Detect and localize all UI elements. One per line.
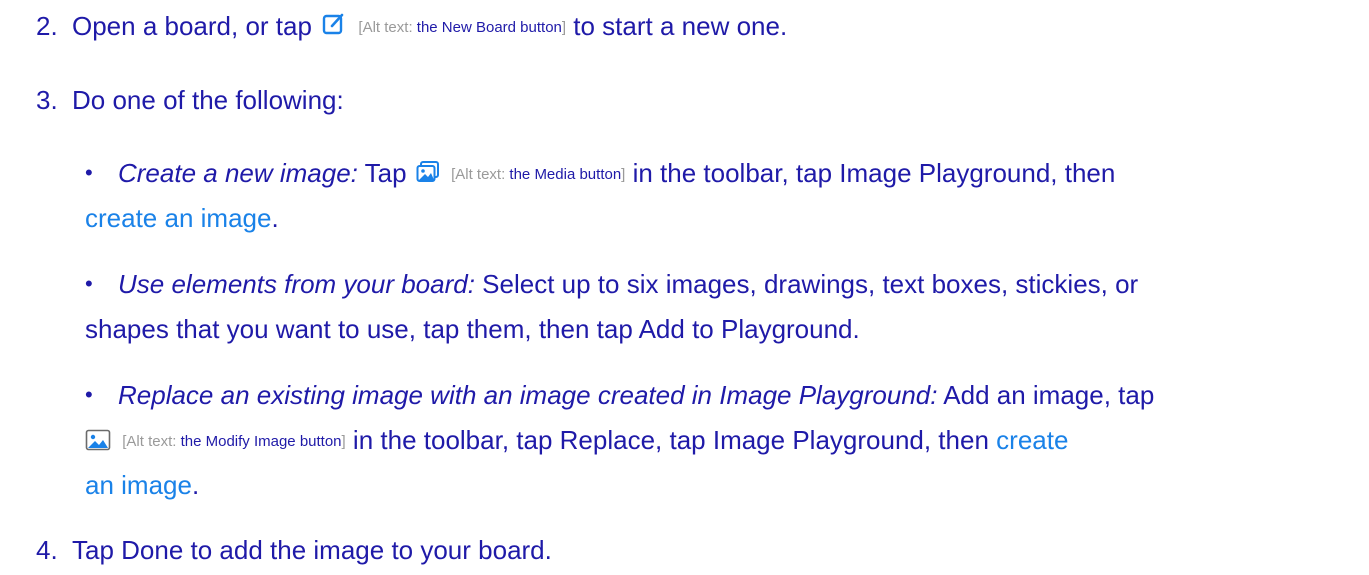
create-image-link[interactable]: create an image — [85, 203, 271, 233]
bullet-replace-image-cont: [Alt text: the Modify Image button] in t… — [85, 420, 1068, 462]
step-number: 4. — [36, 535, 58, 565]
media-icon[interactable] — [416, 155, 440, 195]
new-board-icon[interactable] — [321, 8, 347, 48]
alt-text: [Alt text: the Media button] — [451, 166, 626, 184]
bullet-label: Replace an existing image with an image … — [118, 380, 938, 410]
modify-image-icon[interactable] — [85, 422, 111, 462]
bullet-label: Use elements from your board: — [118, 269, 475, 299]
bullet-label: Create a new image: — [118, 158, 358, 188]
bullet-use-elements: Use elements from your board: Select up … — [118, 269, 1139, 299]
bullet-create-new-image-cont: create an image. — [85, 203, 279, 233]
bullet-icon: • — [85, 160, 93, 185]
bullet-icon: • — [85, 271, 93, 296]
bullet-use-elements-cont: shapes that you want to use, tap them, t… — [85, 314, 860, 344]
step-text: Do one of the following: — [72, 85, 344, 115]
step-number: 2. — [36, 11, 58, 41]
document: 2. Open a board, or tap [Alt text: the N… — [0, 0, 1369, 575]
bullet-icon: • — [85, 382, 93, 407]
alt-text: [Alt text: the New Board button] — [358, 19, 567, 37]
alt-text: [Alt text: the Modify Image button] — [122, 433, 346, 451]
create-image-link-cont[interactable]: an image — [85, 470, 192, 500]
bullet-replace-image: Replace an existing image with an image … — [118, 380, 1155, 410]
step-text-after: to start a new one. — [566, 11, 788, 41]
bullet-replace-image-cont2: an image. — [85, 470, 200, 500]
bullet-create-new-image: Create a new image: Tap [Alt text: the M… — [118, 153, 1115, 195]
step-number: 3. — [36, 85, 58, 115]
create-image-link[interactable]: create — [996, 425, 1068, 455]
step-text: Tap Done to add the image to your board. — [72, 535, 552, 565]
step-text: Open a board, or tap — [72, 11, 312, 41]
